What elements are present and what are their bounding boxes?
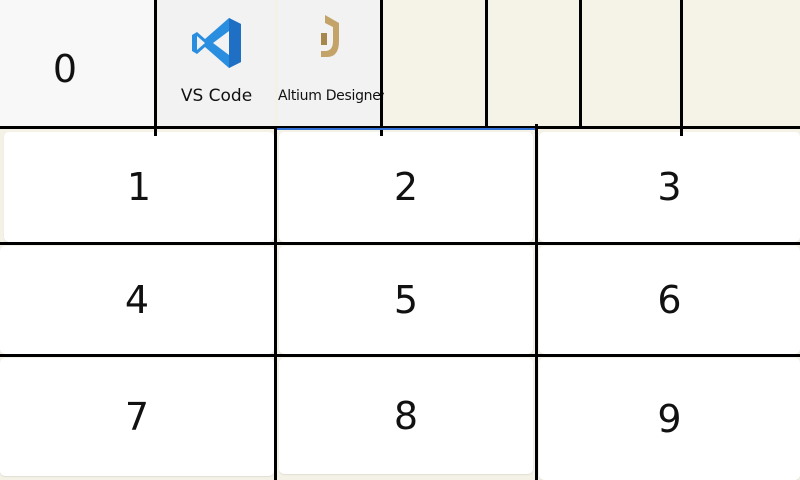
- key-4[interactable]: 4: [0, 246, 274, 354]
- key-2[interactable]: 2: [279, 132, 533, 242]
- altium-designer-app-tile[interactable]: Altium Designer: [278, 0, 387, 128]
- grid-line: [680, 0, 683, 136]
- empty-app-slot[interactable]: [684, 0, 800, 128]
- grid-line: [579, 0, 582, 128]
- focus-accent: [277, 128, 535, 130]
- grid-line: [485, 0, 488, 128]
- key-1[interactable]: 1: [4, 132, 274, 242]
- key-3[interactable]: 3: [539, 132, 800, 242]
- vscode-label: VS Code: [180, 86, 253, 106]
- key-7[interactable]: 7: [0, 358, 274, 476]
- key-9[interactable]: 9: [539, 358, 800, 480]
- grid-line: [535, 124, 538, 480]
- altium-designer-label: Altium Designer: [278, 88, 387, 104]
- key-6[interactable]: 6: [539, 246, 800, 354]
- grid-line: [274, 128, 277, 480]
- empty-app-slot[interactable]: [489, 0, 579, 128]
- empty-app-slot[interactable]: [384, 0, 486, 128]
- grid-line: [0, 242, 800, 245]
- altium-designer-icon: [321, 15, 339, 57]
- empty-app-slot[interactable]: [582, 0, 680, 128]
- vscode-app-tile[interactable]: VS Code: [158, 0, 275, 128]
- key-5[interactable]: 5: [279, 246, 533, 354]
- grid-line: [154, 0, 157, 136]
- grid-line: [0, 354, 800, 357]
- zero-key-label[interactable]: 0: [0, 0, 130, 138]
- key-8[interactable]: 8: [279, 358, 533, 474]
- grid-line: [380, 0, 383, 136]
- vscode-icon: [191, 18, 241, 68]
